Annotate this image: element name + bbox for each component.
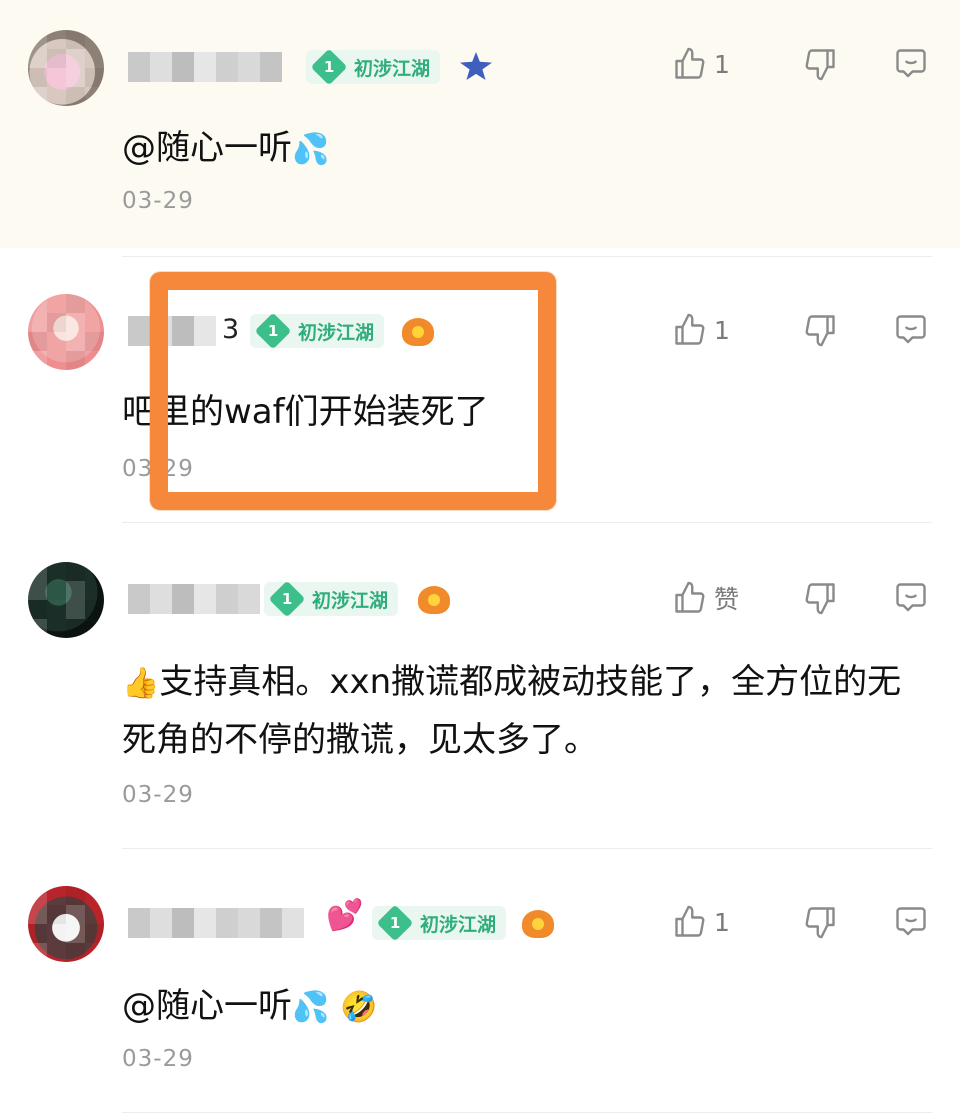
badge-level: 1: [281, 590, 293, 608]
badge-level: 1: [323, 58, 335, 76]
badge-level: 1: [389, 914, 401, 932]
reply-button[interactable]: [890, 580, 930, 616]
avatar[interactable]: [28, 886, 104, 962]
comment-item: 1 初涉江湖 1 @随心一听💦 03-29: [0, 0, 960, 248]
thumbs-up-emoji: 👍: [122, 665, 160, 701]
divider: [122, 848, 932, 849]
divider: [122, 522, 932, 523]
comment-item: 💕 1 初涉江湖 1 @随心一听💦 🤣 03-29: [0, 850, 960, 1112]
thumbs-up-icon: [672, 46, 708, 82]
comment-actions: 1: [672, 312, 930, 348]
reply-bubble-icon: [892, 904, 930, 940]
like-button[interactable]: 1: [672, 312, 802, 348]
reply-button[interactable]: [890, 46, 930, 82]
level-badge: 1 初涉江湖: [372, 904, 507, 942]
divider: [122, 256, 932, 257]
reply-button[interactable]: [890, 312, 930, 348]
heart-emoji: 💕: [326, 898, 364, 933]
badge-text: 初涉江湖: [420, 913, 497, 936]
crown-icon: [522, 910, 554, 938]
comment-actions: 1: [672, 904, 930, 940]
thumbs-up-icon: [672, 580, 708, 616]
highlight-annotation-box: [150, 272, 556, 510]
level-badge: 1 初涉江湖: [306, 48, 441, 86]
username-blurred[interactable]: [128, 52, 282, 82]
reply-bubble-icon: [892, 46, 930, 82]
level-badge: 1 初涉江湖: [264, 580, 399, 618]
reply-bubble-icon: [892, 580, 930, 616]
badge-text: 初涉江湖: [354, 57, 431, 80]
dislike-button[interactable]: [802, 312, 890, 348]
like-label: 赞: [714, 585, 740, 614]
divider: [122, 1112, 932, 1113]
sweat-drops-emoji: 💦: [292, 131, 330, 167]
thumbs-up-icon: [672, 312, 708, 348]
username-blurred[interactable]: [128, 908, 304, 938]
comment-date: 03-29: [122, 1046, 194, 1072]
comment-body: @随心一听: [122, 128, 292, 168]
star-medal-icon: [460, 52, 492, 80]
comment-body: 支持真相。xxn撒谎都成被动技能了，全方位的无死角的不停的撒谎，见太多了。: [122, 662, 902, 760]
like-button[interactable]: 赞: [672, 580, 802, 616]
comment-body: @随心一听: [122, 986, 292, 1026]
thumbs-down-icon: [802, 904, 838, 940]
comment-text: 👍支持真相。xxn撒谎都成被动技能了，全方位的无死角的不停的撒谎，见太多了。: [122, 654, 930, 768]
avatar[interactable]: [28, 294, 104, 370]
sweat-drops-emoji: 💦: [292, 989, 330, 1025]
thumbs-down-icon: [802, 312, 838, 348]
comment-date: 03-29: [122, 782, 194, 808]
comment-actions: 赞: [672, 580, 930, 616]
like-count: 1: [714, 49, 730, 79]
badge-text: 初涉江湖: [312, 589, 389, 612]
reply-bubble-icon: [892, 312, 930, 348]
crown-icon: [418, 586, 450, 614]
dislike-button[interactable]: [802, 580, 890, 616]
dislike-button[interactable]: [802, 904, 890, 940]
avatar[interactable]: [28, 30, 104, 106]
rofl-emoji: 🤣: [340, 989, 378, 1025]
reply-button[interactable]: [890, 904, 930, 940]
comment-text: @随心一听💦 🤣: [122, 978, 930, 1036]
like-button[interactable]: 1: [672, 46, 802, 82]
comment-item: 1 初涉江湖 赞 👍支持真相。xxn撒谎都成被动技能了，全方位的无死角的不停的撒…: [0, 526, 960, 848]
thumbs-up-icon: [672, 904, 708, 940]
dislike-button[interactable]: [802, 46, 890, 82]
like-button[interactable]: 1: [672, 904, 802, 940]
comment-date: 03-29: [122, 188, 194, 214]
avatar[interactable]: [28, 562, 104, 638]
thumbs-down-icon: [802, 46, 838, 82]
username-blurred[interactable]: [128, 584, 260, 614]
like-count: 1: [714, 315, 730, 345]
comment-actions: 1: [672, 46, 930, 82]
comment-text: @随心一听💦: [122, 120, 930, 178]
like-count: 1: [714, 907, 730, 937]
thumbs-down-icon: [802, 580, 838, 616]
